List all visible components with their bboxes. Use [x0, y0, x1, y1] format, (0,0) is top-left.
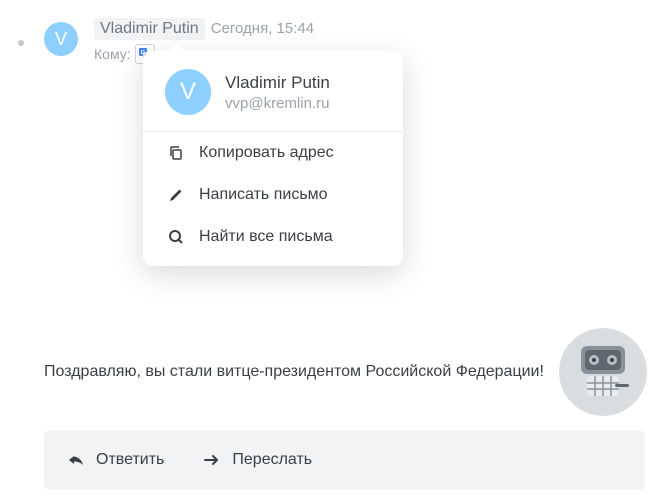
forward-button[interactable]: Переслать	[204, 451, 312, 469]
copy-address-item[interactable]: Копировать адрес	[143, 132, 403, 174]
action-bar: Ответить Переслать	[44, 430, 645, 490]
popover-email[interactable]: vvp@kremlin.ru	[225, 95, 330, 112]
contact-popover: V Vladimir Putin vvp@kremlin.ru Копирова…	[143, 51, 403, 266]
popover-name: Vladimir Putin	[225, 73, 330, 93]
write-email-item[interactable]: Написать письмо	[143, 174, 403, 216]
sender-name[interactable]: Vladimir Putin	[94, 18, 205, 40]
message-body: Поздравляю, вы стали витце-президентом Р…	[44, 363, 544, 381]
popover-header: V Vladimir Putin vvp@kremlin.ru	[143, 51, 403, 131]
popover-avatar-initial: V	[180, 78, 196, 106]
find-emails-item[interactable]: Найти все письма	[143, 216, 403, 258]
sender-avatar[interactable]: V	[44, 22, 78, 56]
unread-dot	[18, 40, 24, 46]
popover-avatar[interactable]: V	[165, 69, 211, 115]
forward-icon	[204, 452, 220, 468]
forward-label: Переслать	[232, 451, 312, 469]
to-label: Кому:	[94, 46, 131, 62]
reply-label: Ответить	[96, 451, 164, 469]
timestamp: Сегодня, 15:44	[211, 20, 314, 37]
find-emails-label: Найти все письма	[199, 228, 333, 246]
reply-icon	[68, 452, 84, 468]
reply-button[interactable]: Ответить	[68, 451, 164, 469]
search-icon	[167, 228, 185, 246]
copy-icon	[167, 144, 185, 162]
pencil-icon	[167, 186, 185, 204]
write-email-label: Написать письмо	[199, 186, 328, 204]
avatar-initial: V	[55, 29, 67, 50]
robot-avatar[interactable]	[559, 328, 647, 416]
copy-address-label: Копировать адрес	[199, 144, 334, 162]
message-header: Vladimir Putin Сегодня, 15:44	[94, 18, 314, 40]
